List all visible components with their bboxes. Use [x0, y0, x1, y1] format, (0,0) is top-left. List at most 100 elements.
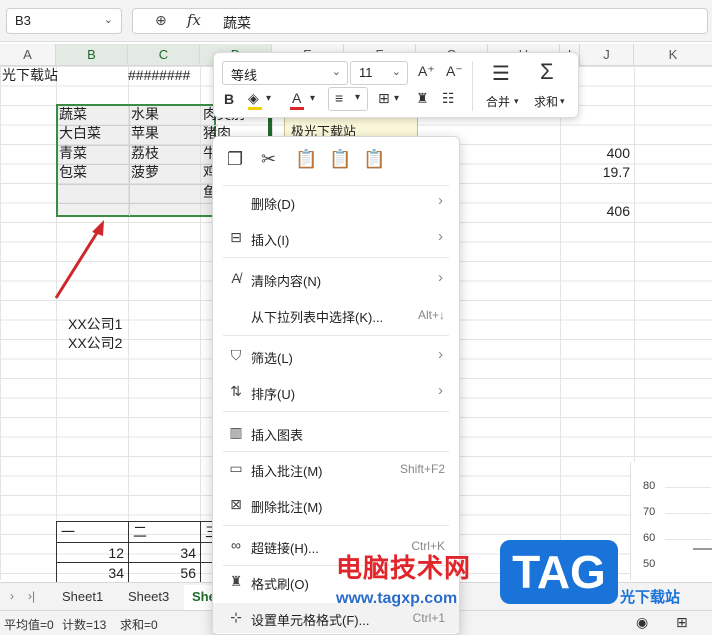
cut-icon[interactable]: ✂	[261, 149, 276, 170]
font-size-value: 11	[359, 65, 373, 80]
insert-icon: ⊟	[230, 229, 242, 245]
red-arrow-line	[54, 227, 102, 299]
menu-item-label: 清除内容(N)	[251, 274, 322, 289]
font-name-select[interactable]: 等线 ⌄	[222, 61, 348, 85]
status-average: 平均值=0	[4, 618, 54, 632]
watermark-brand: 光下载站	[620, 589, 681, 606]
menu-divider	[223, 257, 449, 258]
menu-item-label: 删除(D)	[251, 197, 296, 212]
paste-text-icon[interactable]: 📋	[329, 149, 351, 170]
chart-icon: ▥	[229, 424, 243, 440]
sum-icon[interactable]: Σ	[540, 59, 554, 85]
bold-icon[interactable]: B	[224, 91, 234, 107]
chart-series-line	[693, 548, 712, 550]
menu-item-delete-comment[interactable]: ⊠ 删除批注(M)	[213, 490, 459, 520]
paste-icon[interactable]: 📋	[295, 149, 317, 170]
format-cells-icon: ⊹	[230, 609, 242, 625]
merge-cells-icon[interactable]: ☰	[492, 61, 510, 86]
chevron-right-icon: ›	[438, 346, 443, 363]
menu-item-label: 删除批注(M)	[251, 500, 323, 515]
tab-sheet3[interactable]: Sheet3	[128, 589, 169, 604]
cell-format-icon[interactable]: ☷	[442, 90, 455, 107]
menu-item-label: 排序(U)	[251, 387, 296, 402]
font-name-value: 等线	[231, 68, 258, 83]
font-color-swatch	[290, 107, 304, 110]
menu-item-pick-from-list[interactable]: 从下拉列表中选择(K)... Alt+↓	[213, 300, 459, 330]
status-count: 计数=13	[62, 618, 107, 632]
tab-nav-prev[interactable]: ›	[10, 589, 14, 603]
chart-gridline	[665, 487, 711, 488]
paste-special-icon[interactable]: 📋	[363, 149, 385, 170]
chevron-right-icon: ›	[438, 192, 443, 209]
menu-item-label: 筛选(L)	[251, 351, 293, 366]
border-icon[interactable]: ⊞	[378, 90, 390, 107]
delete-comment-icon: ⊠	[230, 496, 242, 512]
chevron-down-icon[interactable]: ▾	[310, 93, 315, 104]
chevron-down-icon: ⌄	[331, 66, 341, 78]
floating-format-toolbar: 等线 ⌄ 11 ⌄ A⁺ A⁻ B ◈ ▾ A ▾ ≡ ▾ ⊞ ▾ ♜ ☷ ☰ …	[213, 52, 579, 118]
tab-sheet1[interactable]: Sheet1	[62, 589, 103, 604]
chevron-right-icon: ›	[438, 382, 443, 399]
chevron-down-icon[interactable]: ▾	[394, 93, 399, 104]
menu-item-insert-chart[interactable]: ▥ 插入图表	[213, 418, 459, 448]
menu-divider	[223, 411, 449, 412]
chart-tick-label: 50	[643, 558, 656, 570]
align-select[interactable]: ≡ ▾	[328, 87, 368, 111]
menu-item-clear-content[interactable]: A̸ 清除内容(N) ›	[213, 264, 459, 294]
menu-item-label: 插入图表	[251, 428, 304, 443]
menu-item-label: 超链接(H)...	[251, 541, 319, 556]
clear-icon: A̸	[231, 270, 241, 286]
menu-item-label: 格式刷(O)	[251, 577, 309, 592]
chevron-down-icon: ▾	[355, 92, 361, 103]
filter-icon: ⛉	[230, 347, 242, 363]
eye-icon[interactable]: ◉	[636, 614, 648, 631]
comment-icon: ▭	[229, 460, 243, 476]
chevron-down-icon[interactable]: ▾	[560, 96, 565, 107]
align-center-icon: ≡	[335, 90, 344, 106]
chevron-right-icon: ›	[438, 269, 443, 286]
menu-item-delete[interactable]: 删除(D) ›	[213, 187, 459, 217]
menu-item-label: 设置单元格格式(F)...	[251, 613, 370, 628]
chart-tick-label: 70	[643, 506, 656, 518]
menu-divider	[223, 451, 449, 452]
merge-label[interactable]: 合并	[486, 93, 510, 110]
font-color-icon[interactable]: A	[292, 90, 301, 106]
status-sum: 求和=0	[120, 618, 158, 632]
menu-item-label: 插入批注(M)	[251, 464, 323, 479]
font-size-select[interactable]: 11 ⌄	[350, 61, 408, 85]
chart-fragment[interactable]: 80 70 60 50	[630, 462, 712, 580]
menu-item-label: 从下拉列表中选择(K)...	[251, 310, 384, 325]
menu-item-sort[interactable]: ⇅ 排序(U) ›	[213, 377, 459, 407]
chart-gridline	[665, 513, 711, 514]
menu-divider	[223, 335, 449, 336]
decrease-font-icon[interactable]: A⁻	[446, 63, 463, 80]
chart-tick-label: 80	[643, 480, 656, 492]
sort-icon: ⇅	[230, 383, 242, 399]
watermark-text: 电脑技术网	[336, 553, 472, 583]
menu-divider	[223, 525, 449, 526]
view-icon[interactable]: ⊞	[676, 614, 688, 631]
menu-divider	[223, 185, 449, 186]
link-icon: ∞	[231, 537, 241, 553]
chevron-down-icon[interactable]: ▾	[514, 96, 519, 107]
format-painter-icon: ♜	[229, 573, 243, 589]
tab-nav-last[interactable]: ›|	[28, 589, 35, 603]
chevron-right-icon: ›	[438, 228, 443, 245]
format-painter-icon[interactable]: ♜	[416, 90, 429, 107]
sum-label[interactable]: 求和	[534, 93, 558, 110]
watermark-logo: TAG	[500, 540, 618, 604]
copy-icon[interactable]: ❐	[227, 149, 243, 170]
fill-color-swatch	[248, 107, 262, 110]
menu-item-insert-comment[interactable]: ▭ 插入批注(M) Shift+F2	[213, 454, 459, 484]
watermark-url: www.tagxp.com	[336, 590, 458, 607]
menu-item-insert[interactable]: ⊟ 插入(I) ›	[213, 223, 459, 253]
menu-item-filter[interactable]: ⛉ 筛选(L) ›	[213, 341, 459, 371]
menu-item-label: 插入(I)	[251, 233, 290, 248]
menu-shortcut: Ctrl+1	[412, 611, 445, 625]
chevron-down-icon[interactable]: ▾	[266, 93, 271, 104]
fill-color-icon[interactable]: ◈	[248, 90, 259, 107]
chevron-down-icon: ⌄	[391, 66, 401, 78]
red-arrow-head	[92, 220, 104, 236]
menu-shortcut: Shift+F2	[399, 462, 445, 476]
increase-font-icon[interactable]: A⁺	[418, 63, 435, 80]
